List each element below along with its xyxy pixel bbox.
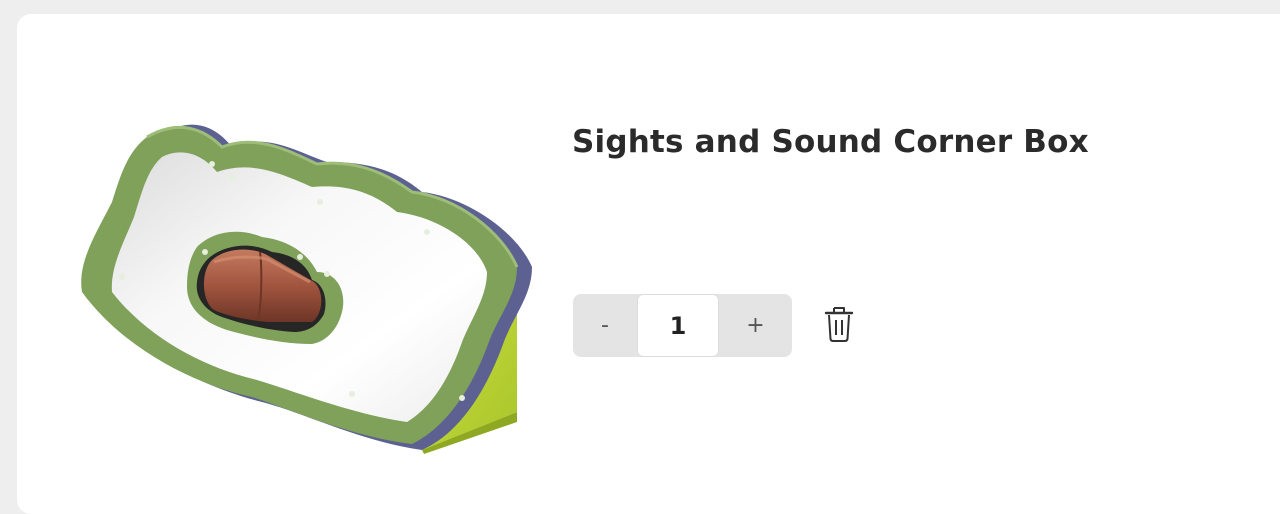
- product-title[interactable]: Sights and Sound Corner Box: [572, 109, 1132, 176]
- increment-button[interactable]: +: [719, 294, 792, 357]
- product-image[interactable]: [62, 92, 532, 462]
- delete-button[interactable]: [818, 301, 860, 347]
- play-panel-illustration: [81, 124, 532, 454]
- cart-item-card: Sights and Sound Corner Box - 1 +: [17, 14, 1280, 514]
- quantity-input[interactable]: 1: [637, 294, 719, 357]
- trash-icon: [824, 307, 854, 342]
- quantity-stepper: - 1 +: [573, 294, 792, 357]
- decrement-button[interactable]: -: [573, 294, 637, 357]
